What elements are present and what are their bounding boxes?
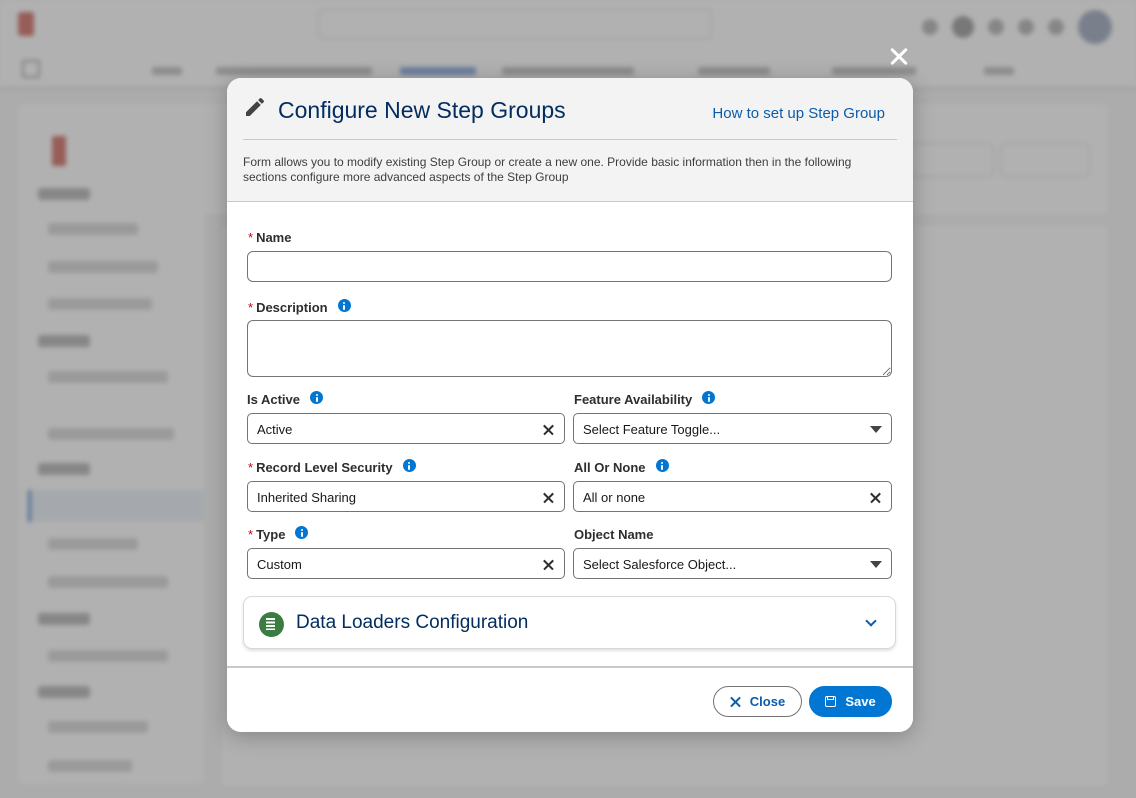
save-button[interactable]: Save <box>809 686 892 717</box>
feature-availability-label: Feature Availability <box>574 391 716 407</box>
info-icon[interactable] <box>702 391 716 404</box>
object-name-select[interactable]: Select Salesforce Object... <box>573 548 892 579</box>
feature-availability-placeholder: Select Feature Toggle... <box>583 422 721 437</box>
feature-availability-select[interactable]: Select Feature Toggle... <box>573 413 892 444</box>
type-label: * Type <box>248 526 309 542</box>
required-marker: * <box>248 230 254 245</box>
clear-icon[interactable] <box>542 423 555 436</box>
record-level-security-label: * Record Level Security <box>248 459 416 475</box>
object-name-placeholder: Select Salesforce Object... <box>583 557 737 572</box>
chevron-down-icon[interactable] <box>865 615 877 627</box>
name-label: * Name <box>248 230 292 245</box>
close-button[interactable]: Close <box>713 686 802 717</box>
close-icon[interactable] <box>884 42 914 72</box>
record-level-security-combobox[interactable]: Inherited Sharing <box>247 481 565 512</box>
type-combobox[interactable]: Custom <box>247 548 565 579</box>
caret-down-icon <box>870 426 882 433</box>
clear-icon[interactable] <box>542 491 555 504</box>
description-label: * Description <box>248 299 351 315</box>
help-link[interactable]: How to set up Step Group <box>712 105 885 122</box>
is-active-combobox[interactable]: Active <box>247 413 565 444</box>
required-marker: * <box>248 460 254 475</box>
info-icon[interactable] <box>402 459 416 472</box>
info-icon[interactable] <box>337 299 351 312</box>
configure-step-group-modal: Configure New Step Groups How to set up … <box>227 78 913 732</box>
object-name-label: Object Name <box>574 527 654 542</box>
type-value: Custom <box>257 557 302 572</box>
description-textarea[interactable] <box>247 320 892 377</box>
required-marker: * <box>248 300 254 315</box>
is-active-label: Is Active <box>247 391 323 407</box>
data-loader-icon <box>259 612 284 637</box>
required-marker: * <box>248 527 254 542</box>
info-icon[interactable] <box>655 459 669 472</box>
info-icon[interactable] <box>295 526 309 539</box>
all-or-none-label: All Or None <box>574 459 669 475</box>
name-input[interactable] <box>247 251 892 282</box>
accordion-title: Data Loaders Configuration <box>296 612 529 633</box>
header-divider <box>243 139 897 140</box>
modal-title: Configure New Step Groups <box>278 97 566 123</box>
all-or-none-combobox[interactable]: All or none <box>573 481 892 512</box>
clear-icon[interactable] <box>869 491 882 504</box>
record-level-security-value: Inherited Sharing <box>257 490 357 505</box>
save-icon <box>825 696 837 707</box>
clear-icon[interactable] <box>542 558 555 571</box>
caret-down-icon <box>870 561 882 568</box>
pencil-icon <box>246 97 265 116</box>
all-or-none-value: All or none <box>583 490 646 505</box>
close-icon <box>730 696 741 707</box>
data-loaders-accordion[interactable]: Data Loaders Configuration <box>243 596 896 649</box>
modal-description: Form allows you to modify existing Step … <box>243 155 852 184</box>
is-active-value: Active <box>257 422 293 437</box>
modal-footer: Close Save <box>227 666 913 732</box>
modal-header: Configure New Step Groups How to set up … <box>227 78 913 202</box>
info-icon[interactable] <box>310 391 323 404</box>
